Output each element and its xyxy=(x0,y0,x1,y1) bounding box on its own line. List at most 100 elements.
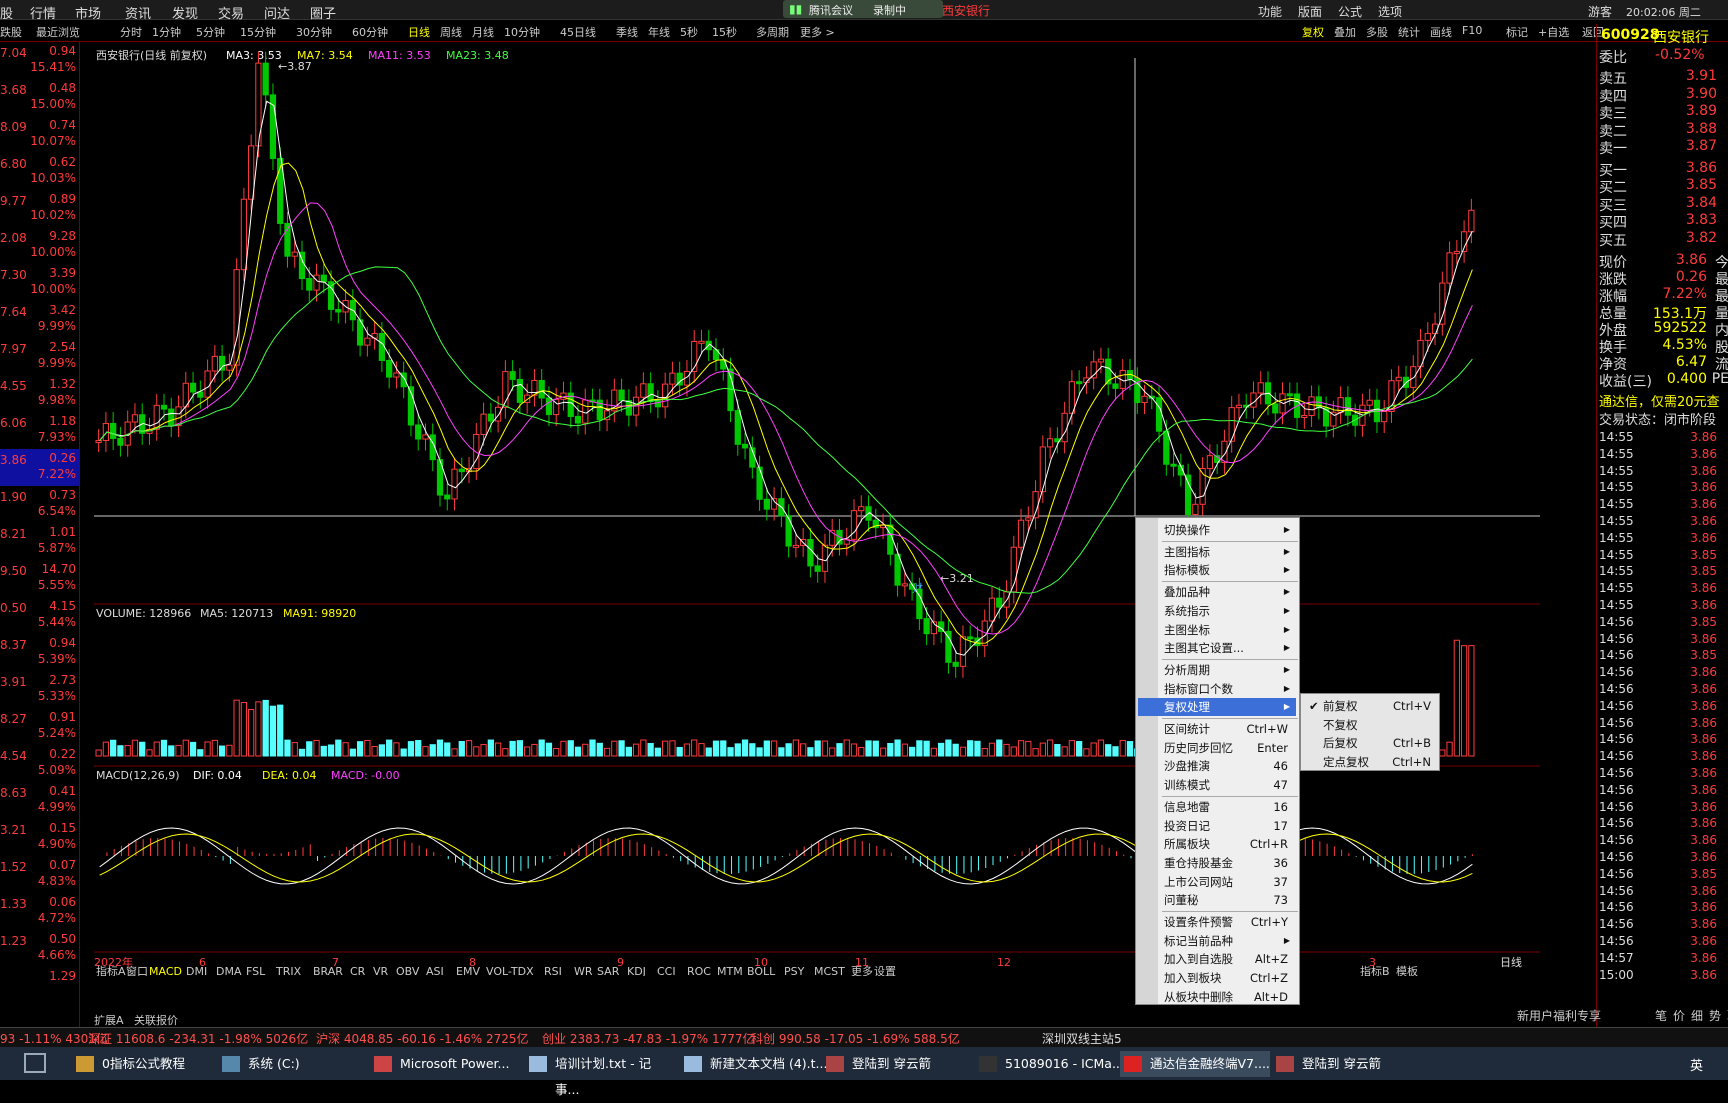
indicator-tab[interactable]: 设置 xyxy=(874,965,896,976)
quote-tab[interactable]: 势 xyxy=(1709,1007,1721,1024)
tool-6[interactable]: 标记 xyxy=(1506,24,1528,40)
period-8[interactable]: 月线 xyxy=(472,24,494,40)
menu-item-right[interactable]: 选项 xyxy=(1378,3,1402,20)
indicator-tab[interactable]: 窗口 xyxy=(126,964,148,976)
adjust-submenu[interactable]: ✔ 前复权 Ctrl+V 不复权 后复权 Ctrl+B 定点复权 Ctrl+N xyxy=(1300,693,1440,771)
menu-item[interactable]: 主图坐标 ▶ xyxy=(1164,621,1296,639)
menu-item[interactable]: 投资日记 17 xyxy=(1164,817,1296,835)
menu-item[interactable]: 切换操作 ▶ xyxy=(1164,521,1296,539)
context-menu[interactable]: 切换操作 ▶ 主图指标 ▶ 指标模板 ▶ 叠加品种 ▶ 系统指示 ▶ 主图坐标 ▶ 主图其它设置... ▶… xyxy=(1135,517,1300,1005)
menu-item[interactable]: 从板块中删除 Alt+D xyxy=(1164,988,1296,1006)
indicator-tab[interactable]: PSY xyxy=(784,965,805,976)
rank-row[interactable]: 8.37 0.94 5.39% xyxy=(0,634,80,671)
indicator-tab[interactable]: CCI xyxy=(657,965,676,976)
menu-item[interactable]: 复权处理 ▶ xyxy=(1138,698,1296,717)
taskbar-app[interactable]: 登陆到 穿云箭 xyxy=(1272,1051,1422,1077)
indicator-tab[interactable]: EMV xyxy=(456,965,480,976)
menu-item[interactable]: 主图指标 ▶ xyxy=(1164,543,1296,561)
index-ticker[interactable]: 沪深 4048.85 -60.16 -1.46% 2725亿 xyxy=(316,1030,529,1047)
menu-item[interactable]: 设置条件预警 Ctrl+Y xyxy=(1164,913,1296,931)
tab-recent[interactable]: 最近浏览 xyxy=(36,24,80,40)
start-icon[interactable] xyxy=(24,1053,46,1073)
menu-item[interactable]: 加入到自选股 Alt+Z xyxy=(1164,950,1296,968)
indicator-tab[interactable]: BOLL xyxy=(747,965,776,976)
menu-item[interactable]: 指标模板 ▶ xyxy=(1164,561,1296,579)
menu-item-right[interactable]: 功能 xyxy=(1258,3,1282,20)
rank-row[interactable]: 0.50 4.15 5.44% xyxy=(0,597,80,634)
taskbar-app[interactable]: Microsoft Power... xyxy=(370,1051,520,1077)
tool-2[interactable]: 多股 xyxy=(1366,24,1388,40)
index-ticker[interactable]: 深圳双线主站5 xyxy=(1042,1030,1122,1047)
indicator-tab[interactable]: BRAR xyxy=(313,965,343,976)
menu-item[interactable]: 指标窗口个数 ▶ xyxy=(1164,680,1296,698)
indicator-tab[interactable]: VR xyxy=(373,965,389,976)
menu-item[interactable]: 训练模式 47 xyxy=(1164,776,1296,794)
indicator-tab[interactable]: 指标A xyxy=(96,964,126,976)
meeting-pill[interactable]: ▮▮ 腾讯会议 录制中 xyxy=(783,0,943,18)
rank-row[interactable]: 1.33 0.06 4.72% xyxy=(0,893,80,930)
rank-row[interactable]: 8.63 0.41 4.99% xyxy=(0,782,80,819)
rank-row[interactable]: 3.91 2.73 5.33% xyxy=(0,671,80,708)
indicator-tab[interactable]: ROC xyxy=(687,965,711,976)
ext-tab[interactable]: 扩展A xyxy=(94,1012,124,1028)
period-7[interactable]: 周线 xyxy=(440,24,462,40)
indicator-tab[interactable]: TRIX xyxy=(275,965,302,976)
tool-7[interactable]: +自选 xyxy=(1538,24,1569,40)
rank-row[interactable]: 4.55 1.32 9.98% xyxy=(0,375,80,412)
tool-4[interactable]: 画线 xyxy=(1430,24,1452,40)
rank-row[interactable]: 7.30 3.39 10.00% xyxy=(0,264,80,301)
period-6[interactable]: 日线 xyxy=(408,24,430,40)
indicator-tab[interactable]: OBV xyxy=(396,965,420,976)
menu-item[interactable]: 重仓持股基金 36 xyxy=(1164,854,1296,872)
menu-item[interactable]: 区间统计 Ctrl+W xyxy=(1164,720,1296,738)
indicator-tab[interactable]: CR xyxy=(350,965,366,976)
menu-item[interactable]: 分析周期 ▶ xyxy=(1164,661,1296,679)
rank-row[interactable]: 6.06 1.18 7.93% xyxy=(0,412,80,449)
indicator-tab[interactable]: ASI xyxy=(426,965,444,976)
menu-item[interactable]: 信息地雷 16 xyxy=(1164,798,1296,816)
rank-row[interactable]: 1.52 0.07 4.83% xyxy=(0,856,80,893)
rank-row[interactable]: 3.68 0.48 15.00% xyxy=(0,79,80,116)
submenu-item[interactable]: 定点复权 Ctrl+N xyxy=(1323,753,1437,771)
menu-item[interactable]: 沙盘推演 46 xyxy=(1164,757,1296,775)
period-5[interactable]: 60分钟 xyxy=(352,24,388,40)
indicator-tab[interactable]: DMA xyxy=(216,965,242,976)
period-9[interactable]: 10分钟 xyxy=(504,24,540,40)
rank-row[interactable]: 7.04 0.94 15.41% xyxy=(0,42,80,79)
menu-item[interactable]: 上市公司网站 37 xyxy=(1164,873,1296,891)
index-ticker[interactable]: 科创 990.58 -17.05 -1.69% 588.5亿 xyxy=(751,1030,960,1047)
indicator-tab[interactable]: VOL-TDX xyxy=(486,965,534,976)
rank-row[interactable]: 9.50 14.70 5.55% xyxy=(0,560,80,597)
rank-row[interactable]: 2.08 9.28 10.00% xyxy=(0,227,80,264)
taskbar-app[interactable]: 新建文本文档 (4).t... xyxy=(680,1051,830,1077)
tool-3[interactable]: 统计 xyxy=(1398,24,1420,40)
menu-item-right[interactable]: 公式 xyxy=(1338,3,1362,20)
indicator-tab[interactable]: DMI xyxy=(186,965,207,976)
tool-1[interactable]: 叠加 xyxy=(1334,24,1356,40)
taskbar-app[interactable]: 培训计划.txt - 记事... xyxy=(525,1051,675,1097)
menu-item[interactable]: 标记当前品种 ▶ xyxy=(1164,932,1296,950)
rank-row[interactable]: 9.77 0.89 10.02% xyxy=(0,190,80,227)
ad-text[interactable]: 通达信，仅需20元查 xyxy=(1599,391,1720,410)
indicator-tab[interactable]: MACD xyxy=(149,965,182,976)
taskbar-app[interactable]: 系统 (C:) xyxy=(218,1051,368,1077)
menu-item[interactable]: 所属板块 Ctrl+R xyxy=(1164,835,1296,853)
rank-row[interactable]: 8.21 1.01 5.87% xyxy=(0,523,80,560)
quote-tab[interactable]: 细 xyxy=(1691,1007,1703,1024)
period-3[interactable]: 15分钟 xyxy=(240,24,276,40)
quote-tab[interactable]: 笔 xyxy=(1655,1007,1667,1024)
tab-rise[interactable]: 跌股 xyxy=(0,24,22,40)
rank-row[interactable]: 1.29 xyxy=(0,967,80,1004)
period-14[interactable]: 15秒 xyxy=(712,24,737,40)
rank-row[interactable]: 4.54 0.22 5.09% xyxy=(0,745,80,782)
indicator-tab[interactable]: KDJ xyxy=(627,965,646,976)
taskbar-app[interactable]: 登陆到 穿云箭 xyxy=(822,1051,972,1077)
menu-item[interactable]: 系统指示 ▶ xyxy=(1164,602,1296,620)
ime-indicator[interactable]: 英 xyxy=(1690,1055,1703,1074)
rank-row[interactable]: 6.80 0.62 10.03% xyxy=(0,153,80,190)
indicator-tab[interactable]: WR xyxy=(574,965,593,976)
menu-item[interactable]: 主图其它设置... ▶ xyxy=(1164,639,1296,657)
taskbar-app[interactable]: 通达信金融终端V7.... xyxy=(1120,1051,1270,1077)
period-11[interactable]: 季线 xyxy=(616,24,638,40)
tool-5[interactable]: F10 xyxy=(1462,24,1482,37)
